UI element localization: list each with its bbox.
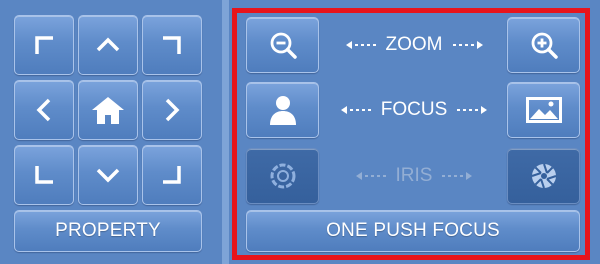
iris-label: IRIS [395,165,433,186]
focus-near-button[interactable] [246,82,319,138]
corner-down-right-icon [163,166,181,184]
focus-far-button[interactable] [507,82,580,138]
zoom-row-label: ZOOM [322,27,506,63]
corner-up-right-icon [163,36,181,54]
pan-left-button[interactable] [14,80,74,140]
iris-open-icon [531,163,556,189]
chevron-down-icon [96,168,120,183]
one-push-focus-button[interactable]: ONE PUSH FOCUS [246,210,580,252]
zoom-label: ZOOM [385,34,443,55]
iris-close-button[interactable] [246,148,319,204]
panel-divider [222,0,229,264]
iris-row-label: IRIS [322,158,506,194]
pan-down-left-button[interactable] [14,145,74,205]
zoom-out-button[interactable] [246,17,319,73]
pan-right-button[interactable] [142,80,202,140]
focus-label: FOCUS [380,99,448,120]
tilt-down-button[interactable] [78,145,138,205]
chevron-up-icon [96,37,120,52]
arrow-right-icon [457,106,488,114]
focus-row-label: FOCUS [322,92,506,128]
arrow-left-icon [345,41,376,49]
corner-down-left-icon [35,166,53,184]
property-label: PROPERTY [55,220,161,241]
pan-up-left-button[interactable] [14,15,74,75]
arrow-left-icon [355,172,386,180]
zoom-in-button[interactable] [507,17,580,73]
landscape-icon [525,97,562,123]
iris-close-icon [270,163,295,189]
arrow-right-icon [442,172,473,180]
home-icon [92,97,124,124]
iris-open-button[interactable] [507,148,580,204]
chevron-left-icon [36,98,51,122]
person-icon [269,96,296,125]
zoom-out-icon [270,32,297,59]
zoom-in-icon [531,32,558,59]
chevron-right-icon [165,98,180,122]
corner-up-left-icon [35,36,53,54]
camera-control-ui: PROPERTY ZOOM FOCUS IRIS ONE PUSH FOCUS [0,0,600,264]
property-button[interactable]: PROPERTY [14,210,202,252]
one-push-focus-label: ONE PUSH FOCUS [326,220,500,241]
arrow-right-icon [452,41,483,49]
home-button[interactable] [78,80,138,140]
arrow-left-icon [340,106,371,114]
tilt-up-button[interactable] [78,15,138,75]
pan-up-right-button[interactable] [142,15,202,75]
pan-down-right-button[interactable] [142,145,202,205]
